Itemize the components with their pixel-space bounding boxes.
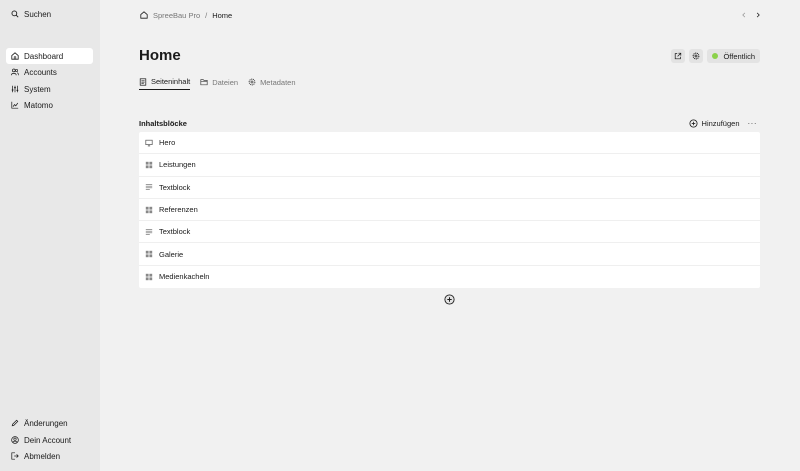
list-item[interactable]: Galerie <box>139 243 760 266</box>
status-label: Öffentlich <box>723 51 755 61</box>
blocks-list: Hero Leistungen Textblock Referenzen Tex… <box>139 132 760 289</box>
tab-content[interactable]: Seiteninhalt <box>139 76 191 90</box>
block-label: Medienkacheln <box>159 272 210 282</box>
status-dot <box>712 53 719 59</box>
home-icon <box>11 52 19 60</box>
status-button[interactable]: Öffentlich <box>707 49 760 63</box>
add-block-label: Hinzufügen <box>701 118 740 128</box>
list-item[interactable]: Leistungen <box>139 154 760 177</box>
grid-icon <box>145 161 153 169</box>
sidebar-item-label: Änderungen <box>24 418 68 428</box>
chevron-left-icon[interactable] <box>740 9 748 21</box>
sidebar-item-label: Accounts <box>24 67 57 77</box>
tab-label: Dateien <box>212 77 239 87</box>
list-item[interactable]: Textblock <box>139 177 760 199</box>
block-label: Referenzen <box>159 205 198 215</box>
pencil-icon <box>11 419 19 427</box>
sidebar-item-label: System <box>24 84 51 94</box>
list-item[interactable]: Textblock <box>139 221 760 244</box>
plus-circle-icon <box>444 294 455 305</box>
sidebar: Suchen Dashboard Accounts System Matomo … <box>0 0 100 471</box>
add-block-button[interactable]: Hinzufügen <box>686 119 743 128</box>
list-item[interactable]: Referenzen <box>139 199 760 222</box>
breadcrumb-separator: / <box>205 10 208 20</box>
sidebar-item-label: Matomo <box>24 100 53 110</box>
grid-icon <box>145 250 153 258</box>
users-icon <box>11 68 19 76</box>
section-actions: Hinzufügen ··· <box>686 119 760 128</box>
tab-label: Seiteninhalt <box>151 77 191 86</box>
breadcrumb-page[interactable]: Home <box>212 11 232 20</box>
add-block-bottom-button[interactable] <box>444 294 455 305</box>
home-icon[interactable] <box>140 11 148 19</box>
open-page-button[interactable] <box>671 49 686 63</box>
folder-icon <box>200 79 208 86</box>
user-circle-icon <box>11 436 19 444</box>
grid-icon <box>145 206 153 213</box>
settings-sliders-icon <box>11 85 19 93</box>
external-link-icon <box>675 52 682 60</box>
block-label: Textblock <box>159 227 191 237</box>
search-label: Suchen <box>24 9 52 19</box>
gear-icon <box>248 78 256 86</box>
main-content: SpreeBau Pro / Home Home Öffentlich Seit… <box>100 0 800 471</box>
sidebar-item-label: Abmelden <box>24 451 61 461</box>
block-label: Hero <box>159 138 176 148</box>
page-title: Home <box>139 47 181 64</box>
grid-icon <box>145 273 153 281</box>
blocks-section-header: Inhaltsblöcke Hinzufügen ··· <box>139 116 760 130</box>
gear-icon <box>693 52 700 60</box>
tab-metadata[interactable]: Metadaten <box>248 76 296 90</box>
history-nav <box>740 9 762 21</box>
plus-circle-icon <box>689 118 698 128</box>
breadcrumb-site[interactable]: SpreeBau Pro <box>153 11 200 20</box>
sidebar-item-dashboard[interactable]: Dashboard <box>6 48 93 64</box>
more-options-button[interactable]: ··· <box>745 119 761 128</box>
sidebar-item-label: Dein Account <box>24 435 72 445</box>
list-item[interactable]: Medienkacheln <box>139 266 760 288</box>
sidebar-item-accounts[interactable]: Accounts <box>6 64 93 80</box>
tab-label: Metadaten <box>260 77 296 87</box>
breadcrumb: SpreeBau Pro / Home <box>140 9 232 21</box>
text-lines-icon <box>145 229 153 235</box>
search-button[interactable]: Suchen <box>6 6 93 22</box>
tab-files[interactable]: Dateien <box>200 76 238 90</box>
page-settings-button[interactable] <box>689 49 704 63</box>
page-actions: Öffentlich <box>671 49 760 63</box>
search-icon <box>11 10 19 18</box>
sidebar-item-account[interactable]: Dein Account <box>6 432 93 448</box>
block-label: Leistungen <box>159 160 196 170</box>
list-item[interactable]: Hero <box>139 132 760 155</box>
section-title: Inhaltsblöcke <box>139 118 187 128</box>
text-lines-icon <box>145 184 153 190</box>
block-label: Textblock <box>159 182 191 192</box>
monitor-icon <box>145 139 153 146</box>
sidebar-item-logout[interactable]: Abmelden <box>6 448 93 464</box>
logout-icon <box>11 452 19 460</box>
sidebar-item-system[interactable]: System <box>6 81 93 97</box>
tab-bar: Seiteninhalt Dateien Metadaten <box>139 76 296 90</box>
sidebar-item-matomo[interactable]: Matomo <box>6 97 93 113</box>
sidebar-item-changes[interactable]: Änderungen <box>6 415 93 431</box>
block-label: Galerie <box>159 249 184 259</box>
chart-icon <box>11 101 19 109</box>
chevron-right-icon[interactable] <box>754 9 762 21</box>
sidebar-item-label: Dashboard <box>24 51 64 61</box>
document-icon <box>139 77 147 86</box>
